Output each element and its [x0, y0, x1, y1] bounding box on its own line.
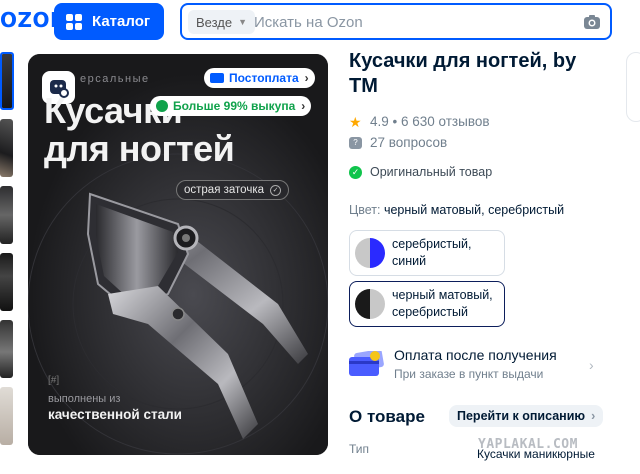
watermark: YAPLAKAL.COM: [478, 437, 578, 452]
goto-description-label: Перейти к описанию: [457, 409, 586, 423]
product-title: Кусачки для ногтей, by TM: [349, 50, 577, 97]
rating-text: 4.9 • 6 630 отзывов: [370, 114, 490, 129]
thumbnail[interactable]: [0, 52, 14, 110]
rating-summary[interactable]: ★ 4.9 • 6 630 отзывов: [349, 114, 490, 129]
goto-description-button[interactable]: Перейти к описанию ›: [449, 405, 604, 427]
question-icon: ?: [349, 136, 362, 149]
catalog-label: Каталог: [92, 13, 151, 30]
check-circle-icon: ✓: [349, 165, 362, 179]
search-scope-label: Везде: [196, 14, 233, 30]
color-label: Цвет:: [349, 203, 381, 217]
hero-mark: [#]: [48, 375, 60, 386]
chevron-right-icon: ›: [301, 99, 306, 113]
postpay-badge[interactable]: Постоплата ›: [204, 68, 315, 88]
thumbnail[interactable]: [0, 387, 13, 445]
buyout-badge-label: Больше 99% выкупа: [173, 99, 296, 113]
postpay-title: Оплата после получения: [394, 347, 557, 363]
postpay-badge-label: Постоплата: [229, 71, 299, 85]
questions-text: 27 вопросов: [370, 135, 448, 150]
spec-label: Тип: [349, 442, 370, 456]
header: OZON Каталог Везде ▼: [0, 0, 640, 46]
color-variant-option[interactable]: серебристый, синий: [349, 230, 505, 276]
hero-material: качественной стали: [48, 407, 182, 422]
thumbnail[interactable]: [0, 320, 13, 378]
color-value: черный матовый, серебристый: [383, 203, 565, 217]
about-heading: О товаре: [349, 407, 425, 426]
feature-pill-label: острая заточка: [184, 184, 264, 196]
search-input[interactable]: [254, 9, 574, 35]
payment-card-icon: [349, 351, 384, 376]
star-icon: ★: [349, 113, 362, 130]
camera-icon[interactable]: [582, 12, 602, 32]
color-swatch: [355, 289, 385, 319]
postpay-subtitle: При заказе в пункт выдачи: [394, 367, 544, 381]
hero-made-of: выполнены из: [48, 393, 121, 405]
color-variant-label: черный матовый, серебристый: [392, 288, 493, 319]
questions-link[interactable]: ? 27 вопросов: [349, 135, 447, 150]
chevron-right-icon: ›: [589, 357, 594, 373]
thumbnail[interactable]: [0, 186, 13, 244]
thumbnail-strip: [0, 52, 16, 454]
chevron-right-icon: ›: [591, 409, 596, 423]
product-main-image[interactable]: ерсальные Кусачки для ногтей Постоплата …: [28, 54, 328, 455]
thumbnail[interactable]: [0, 119, 13, 177]
feature-pill: острая заточка ✓: [176, 180, 289, 200]
selected-color-line: Цвет: черный матовый, серебристый: [349, 203, 564, 217]
search-scope-select[interactable]: Везде ▼: [188, 10, 256, 34]
color-swatch: [355, 238, 385, 268]
search-bar: Везде ▼: [180, 3, 612, 40]
color-variant-label: серебристый, синий: [392, 237, 472, 268]
buyout-icon: [156, 100, 168, 112]
original-product-badge: ✓ Оригинальный товар: [349, 165, 492, 179]
hero-title-line: для ногтей: [44, 128, 235, 169]
chevron-right-icon: ›: [304, 71, 309, 85]
buyout-badge[interactable]: Больше 99% выкупа ›: [150, 96, 312, 116]
grid-icon: [66, 13, 82, 30]
postpay-info[interactable]: Оплата после получения При заказе в пунк…: [349, 347, 599, 383]
hero-subtitle: ерсальные: [80, 73, 150, 85]
side-panel-edge: [626, 52, 640, 122]
original-text: Оригинальный товар: [370, 165, 493, 179]
color-variant-option-selected[interactable]: черный матовый, серебристый: [349, 281, 505, 327]
thumbnail[interactable]: [0, 253, 13, 311]
chevron-down-icon: ▼: [238, 17, 248, 27]
catalog-button[interactable]: Каталог: [54, 3, 164, 40]
check-icon: ✓: [270, 184, 281, 196]
card-icon: [210, 73, 224, 83]
